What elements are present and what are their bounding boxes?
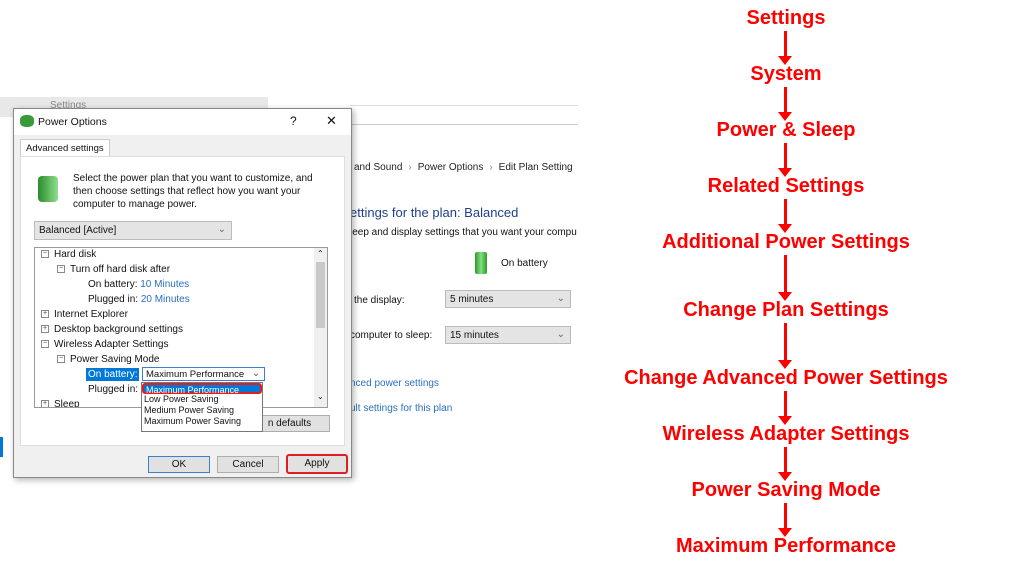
display-label: the display:: [354, 295, 405, 306]
tree-item-wl-battery[interactable]: On battery:: [86, 368, 140, 381]
flow-arrow: [784, 255, 787, 292]
display-select[interactable]: 5 minutes ⌄: [445, 290, 571, 308]
tree-item-on-battery[interactable]: On battery: 10 Minutes: [88, 279, 189, 290]
breadcrumb-item[interactable]: Power Options: [418, 162, 484, 173]
tree-item-plugged-in[interactable]: Plugged in: 20 Minutes: [88, 294, 190, 305]
flow-step: Change Advanced Power Settings: [624, 367, 948, 389]
tree-item-sleep[interactable]: + Sleep: [41, 399, 80, 408]
power-options-dialog: Power Options ? ✕ Advanced settings Sele…: [13, 108, 352, 478]
breadcrumb: and Sound › Power Options › Edit Plan Settin…: [354, 162, 573, 173]
power-saving-options: Maximum Performance Low Power Saving Med…: [141, 382, 263, 432]
tree-item-wireless[interactable]: − Wireless Adapter Settings: [41, 339, 169, 350]
flow-step: Additional Power Settings: [662, 231, 910, 253]
restore-defaults-link[interactable]: ult settings for this plan: [350, 403, 452, 414]
scroll-thumb[interactable]: [316, 262, 325, 328]
flow-step: Related Settings: [707, 175, 865, 197]
collapse-icon: −: [57, 265, 65, 274]
flow-step: Settings: [746, 7, 826, 29]
tree-item-ie[interactable]: + Internet Explorer: [41, 309, 128, 320]
hd-plugged-value[interactable]: 20 Minutes: [141, 294, 190, 305]
tree-item-turn-off[interactable]: − Turn off hard disk after: [57, 264, 170, 275]
sleep-label: computer to sleep:: [350, 330, 433, 341]
settings-accent: [0, 437, 3, 457]
tree-item-psm[interactable]: − Power Saving Mode: [57, 354, 160, 365]
tab-advanced-settings[interactable]: Advanced settings: [20, 139, 110, 157]
option-maximum-performance[interactable]: Maximum Performance: [142, 383, 262, 395]
flow-arrow: [784, 143, 787, 168]
breadcrumb-item[interactable]: and Sound: [354, 162, 402, 173]
option-maximum-power-saving[interactable]: Maximum Power Saving: [142, 416, 262, 427]
flow-step: Maximum Performance: [675, 535, 897, 557]
flow-arrow: [784, 199, 787, 224]
flow-step: Wireless Adapter Settings: [662, 423, 910, 445]
plan-title: ettings for the plan: Balanced: [350, 205, 519, 220]
on-battery-header: On battery: [501, 258, 548, 269]
flow-arrow: [784, 447, 787, 472]
expand-icon: +: [41, 400, 49, 408]
battery-icon: [475, 252, 487, 274]
flow-arrow: [784, 503, 787, 528]
flow-step: Power Saving Mode: [691, 479, 881, 501]
cancel-button[interactable]: Cancel: [217, 456, 279, 473]
tree-scrollbar[interactable]: ⌃ ⌄: [314, 248, 327, 407]
option-medium-power-saving[interactable]: Medium Power Saving: [142, 405, 262, 416]
collapse-icon: −: [41, 250, 49, 259]
apply-button[interactable]: Apply: [286, 454, 348, 474]
dialog-title: Power Options: [38, 116, 107, 128]
power-options-icon: [20, 115, 34, 127]
tree-item-wl-plugged[interactable]: Plugged in:: [88, 384, 138, 395]
ok-button[interactable]: OK: [148, 456, 210, 473]
control-panel-window: and Sound › Power Options › Edit Plan Settin…: [350, 105, 578, 423]
plan-select[interactable]: Balanced [Active] ⌄: [34, 221, 232, 240]
hd-battery-value[interactable]: 10 Minutes: [140, 279, 189, 290]
expand-icon: +: [41, 325, 49, 334]
plan-subtitle: leep and display settings that you want …: [350, 227, 577, 238]
collapse-icon: −: [57, 355, 65, 364]
tree-item-desktop[interactable]: + Desktop background settings: [41, 324, 183, 335]
flow-step: System: [750, 63, 822, 85]
breadcrumb-item[interactable]: Edit Plan Setting: [499, 162, 573, 173]
flow-arrow: [784, 323, 787, 360]
dialog-titlebar: Power Options ? ✕: [14, 109, 351, 135]
flow-step: Power & Sleep: [716, 119, 856, 141]
close-button[interactable]: ✕: [326, 113, 337, 129]
divider: [350, 124, 578, 125]
flow-step: Change Plan Settings: [683, 299, 889, 321]
advanced-power-settings-link[interactable]: nced power settings: [350, 378, 439, 389]
dialog-description: Select the power plan that you want to c…: [73, 173, 313, 210]
flow-arrow: [784, 391, 787, 416]
power-plan-icon: [38, 176, 58, 202]
flow-arrow: [784, 31, 787, 56]
sleep-select[interactable]: 15 minutes ⌄: [445, 326, 571, 344]
tree-item-hard-disk[interactable]: − Hard disk: [41, 249, 96, 260]
collapse-icon: −: [41, 340, 49, 349]
flow-arrow: [784, 87, 787, 112]
power-saving-select[interactable]: Maximum Performance ⌄: [142, 367, 265, 381]
expand-icon: +: [41, 310, 49, 319]
help-button[interactable]: ?: [290, 114, 297, 128]
option-low-power-saving[interactable]: Low Power Saving: [142, 394, 262, 405]
